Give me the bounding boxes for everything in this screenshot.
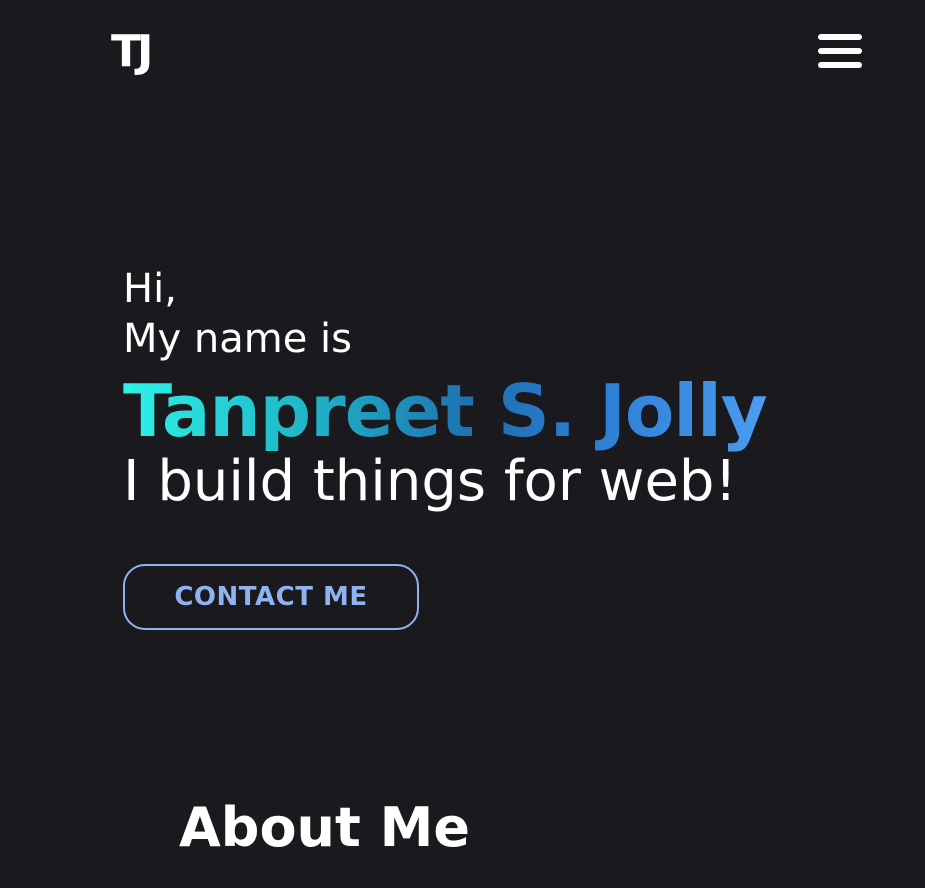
greeting-line-1: Hi, <box>123 266 177 312</box>
about-section-title: About Me <box>179 796 470 859</box>
hamburger-menu-icon-bar <box>818 62 862 68</box>
hero-section: Hi, My name is Tanpreet S. Jolly I build… <box>123 264 768 514</box>
hamburger-menu-icon-bar <box>818 48 862 54</box>
site-logo[interactable]: TJ <box>111 28 153 76</box>
menu-button[interactable] <box>818 34 862 70</box>
hero-tagline: I build things for web! <box>123 449 737 514</box>
page: TJ Hi, My name is Tanpreet S. Jolly I bu… <box>0 0 925 888</box>
contact-me-button[interactable]: CONTACT ME <box>123 564 419 630</box>
greeting-line-2: My name is <box>123 316 353 362</box>
hamburger-menu-icon <box>818 34 862 40</box>
hero-name: Tanpreet S. Jolly <box>123 369 768 453</box>
